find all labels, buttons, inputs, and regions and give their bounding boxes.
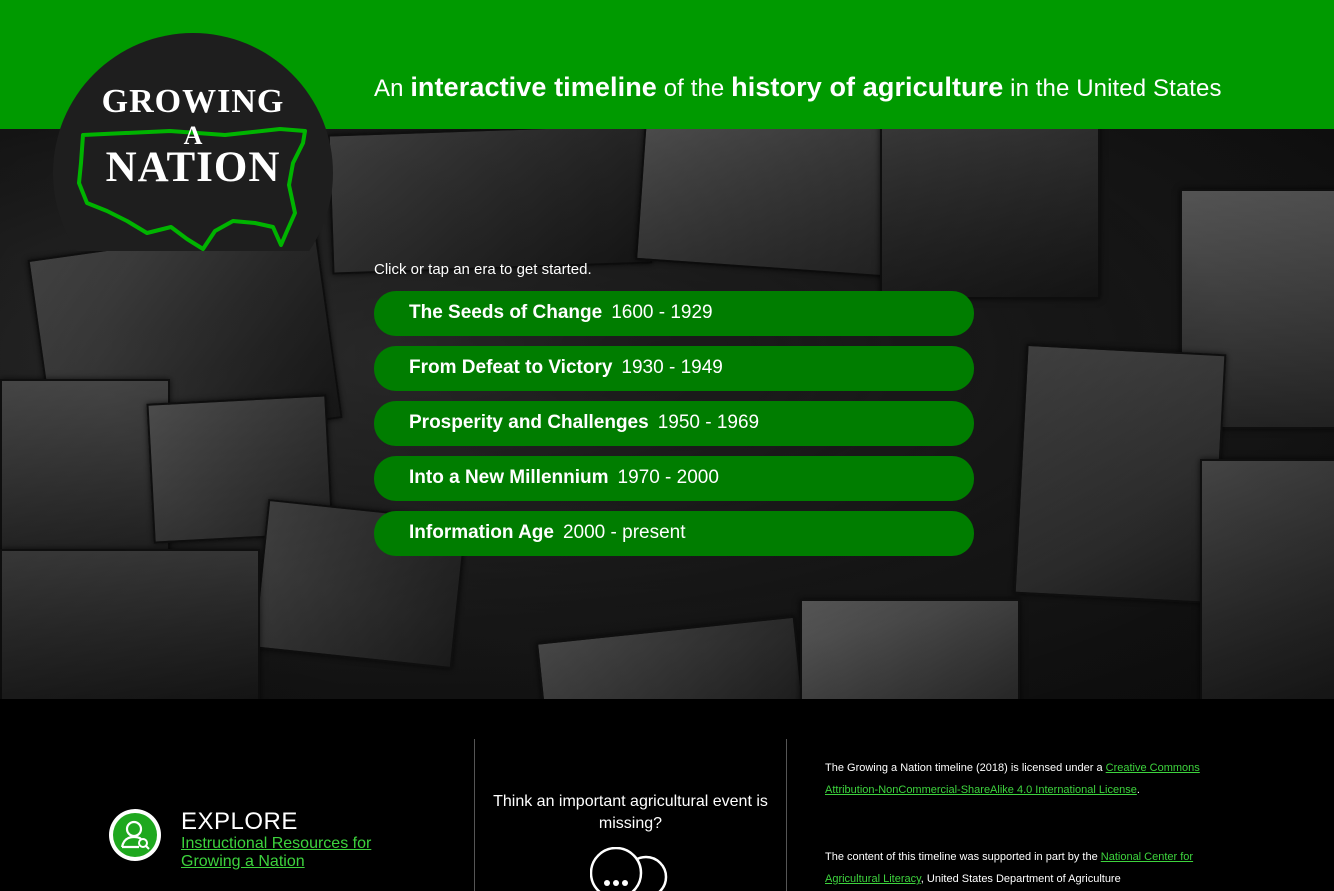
footer: EXPLORE Instructional Resources for Grow… [0, 699, 1334, 891]
logo-text-growing: GROWING [101, 83, 285, 120]
era-name: From Defeat to Victory [409, 357, 613, 378]
era-list: The Seeds of Change 1600 - 1929 From Def… [374, 291, 974, 566]
era-name: Information Age [409, 522, 554, 543]
era-prompt: Click or tap an era to get started. [374, 261, 592, 278]
era-button-information-age[interactable]: Information Age 2000 - present [374, 511, 974, 556]
tagline: An interactive timeline of the history o… [374, 72, 1222, 103]
explore-heading: EXPLORE [181, 808, 298, 835]
tagline-strong-2: history of agriculture [731, 72, 1004, 102]
era-button-new-millennium[interactable]: Into a New Millennium 1970 - 2000 [374, 456, 974, 501]
chat-bubbles-icon[interactable] [590, 847, 670, 891]
logo-text-nation: NATION [105, 144, 281, 191]
era-button-seeds-of-change[interactable]: The Seeds of Change 1600 - 1929 [374, 291, 974, 336]
era-button-defeat-to-victory[interactable]: From Defeat to Victory 1930 - 1949 [374, 346, 974, 391]
support-prefix: The content of this timeline was support… [825, 851, 1101, 863]
era-years: 1600 - 1929 [611, 302, 713, 323]
era-name: The Seeds of Change [409, 302, 603, 323]
instructional-resources-link[interactable]: Instructional Resources for Growing a Na… [181, 835, 411, 871]
growing-a-nation-logo[interactable]: GROWING A NATION [53, 33, 333, 253]
tagline-strong-1: interactive timeline [410, 72, 657, 102]
era-name: Into a New Millennium [409, 467, 609, 488]
support-suffix: , United States Department of Agricultur… [920, 873, 1121, 885]
missing-event-text: Think an important agricultural event is… [493, 793, 768, 832]
tagline-part-1: An [374, 75, 411, 102]
support-text: The content of this timeline was support… [825, 846, 1215, 890]
footer-divider [786, 739, 787, 891]
license-prefix: The Growing a Nation timeline (2018) is … [825, 762, 1106, 774]
license-suffix: . [1136, 784, 1140, 796]
era-years: 1950 - 1969 [657, 412, 760, 433]
era-name: Prosperity and Challenges [409, 412, 649, 433]
era-years: 1970 - 2000 [617, 467, 719, 488]
user-search-icon[interactable] [109, 809, 161, 861]
tagline-part-2: of the [656, 75, 732, 102]
license-text: The Growing a Nation timeline (2018) is … [825, 757, 1215, 801]
era-button-prosperity-challenges[interactable]: Prosperity and Challenges 1950 - 1969 [374, 401, 974, 446]
tagline-part-3: in the United States [1003, 75, 1222, 102]
era-years: 1930 - 1949 [621, 357, 723, 378]
era-years: 2000 - present [562, 522, 686, 543]
